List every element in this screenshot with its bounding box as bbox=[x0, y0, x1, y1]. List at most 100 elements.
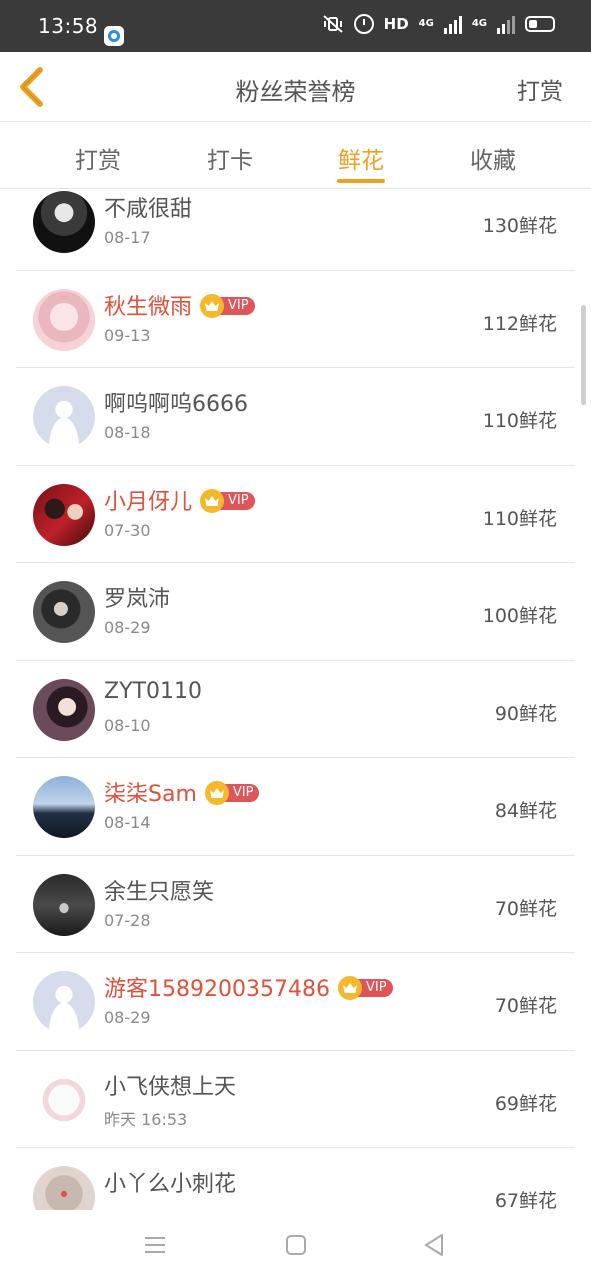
flower-count: 110鲜花 bbox=[482, 507, 557, 530]
user-name: 啊呜啊呜6666 bbox=[104, 386, 248, 418]
user-name-text: 游客1589200357486 bbox=[104, 977, 330, 1002]
crown-icon bbox=[200, 488, 225, 513]
user-name-text: 啊呜啊呜6666 bbox=[104, 392, 248, 417]
status-time: 13:58 bbox=[38, 14, 99, 38]
app-notification-icon bbox=[104, 26, 124, 46]
avatar[interactable] bbox=[33, 191, 95, 253]
date-label: 09-13 bbox=[104, 325, 151, 345]
date-label: 08-29 bbox=[104, 1008, 151, 1027]
avatar[interactable] bbox=[33, 1068, 95, 1131]
avatar[interactable] bbox=[33, 971, 95, 1033]
list-item[interactable]: 游客1589200357486 VIP 08-29 70鲜花 bbox=[16, 953, 575, 1051]
network-type-2: 4G bbox=[471, 18, 487, 29]
date-label: 07-28 bbox=[104, 910, 151, 930]
user-name: 柒柒Sam VIP bbox=[104, 776, 260, 808]
tab-flowers[interactable]: 鲜花 bbox=[321, 141, 401, 175]
user-name: 罗岚沛 bbox=[104, 581, 170, 613]
user-name: ZYT0110 bbox=[104, 679, 202, 704]
status-icons: HD 4G 4G bbox=[322, 14, 555, 34]
vip-badge: VIP bbox=[200, 293, 255, 318]
date-label: 昨天 16:53 bbox=[104, 1109, 188, 1129]
user-name-text: 余生只愿笑 bbox=[104, 879, 215, 905]
vip-badge: VIP bbox=[200, 488, 255, 513]
flower-count: 84鲜花 bbox=[494, 800, 557, 822]
list-item[interactable]: 柒柒Sam VIP 08-14 84鲜花 bbox=[16, 758, 575, 856]
user-name-text: 柒柒Sam bbox=[104, 782, 197, 807]
crown-icon bbox=[200, 293, 225, 318]
user-name-text: 罗岚沛 bbox=[104, 587, 171, 612]
list-item[interactable]: 不咸很甜 08-17 130鲜花 bbox=[16, 189, 575, 271]
list-item[interactable]: 小丫么小刺花 67鲜花 bbox=[16, 1148, 575, 1219]
user-name: 小月伢儿 VIP bbox=[104, 484, 255, 516]
active-tab-indicator bbox=[337, 179, 385, 183]
flower-count: 110鲜花 bbox=[482, 410, 557, 432]
page-title: 粉丝荣誉榜 bbox=[235, 78, 356, 106]
status-bar: 13:58 HD 4G 4G bbox=[0, 0, 591, 52]
flower-count: 69鲜花 bbox=[494, 1092, 557, 1115]
tab-bar: 打赏 打卡 鲜花 收藏 bbox=[0, 123, 591, 189]
user-name-text: ZYT0110 bbox=[104, 678, 202, 704]
crown-icon bbox=[337, 976, 362, 1000]
flower-count: 100鲜花 bbox=[482, 605, 557, 627]
avatar[interactable] bbox=[33, 776, 95, 838]
vibrate-mute-icon bbox=[322, 15, 343, 33]
avatar[interactable] bbox=[33, 483, 95, 546]
list-item[interactable]: ZYT0110 08-10 90鲜花 bbox=[16, 661, 575, 758]
signal-icon-2 bbox=[497, 14, 515, 34]
list-item[interactable]: 啊呜啊呜6666 08-18 110鲜花 bbox=[16, 368, 575, 466]
avatar[interactable] bbox=[33, 288, 95, 351]
signal-icon-1 bbox=[443, 14, 462, 34]
tab-reward[interactable]: 打赏 bbox=[58, 141, 138, 175]
system-nav-bar bbox=[0, 1210, 591, 1280]
hd-indicator: HD bbox=[383, 15, 409, 33]
flower-count: 90鲜花 bbox=[494, 702, 557, 725]
reward-button[interactable]: 打赏 bbox=[517, 72, 563, 106]
scrollbar[interactable] bbox=[581, 305, 586, 405]
flower-count: 70鲜花 bbox=[494, 995, 557, 1017]
date-label: 08-18 bbox=[104, 423, 151, 442]
list-item[interactable]: 罗岚沛 08-29 100鲜花 bbox=[16, 563, 575, 661]
tab-favorites[interactable]: 收藏 bbox=[453, 141, 533, 175]
top-bar: 粉丝荣誉榜 打赏 bbox=[0, 52, 591, 122]
user-name-text: 小飞侠想上天 bbox=[104, 1074, 237, 1100]
alarm-icon bbox=[353, 14, 374, 34]
list-item[interactable]: 秋生微雨 VIP 09-13 112鲜花 bbox=[16, 271, 575, 368]
list-item[interactable]: 小飞侠想上天昨天 16:53 69鲜花 bbox=[16, 1051, 575, 1148]
list-item[interactable]: 小月伢儿 VIP 07-30 110鲜花 bbox=[16, 466, 575, 563]
date-label: 08-17 bbox=[104, 228, 151, 247]
avatar[interactable] bbox=[33, 678, 95, 741]
user-name: 小丫么小刺花 bbox=[104, 1166, 236, 1198]
list-item[interactable]: 余生只愿笑 07-28 70鲜花 bbox=[16, 856, 575, 953]
user-name: 秋生微雨 VIP bbox=[104, 289, 255, 321]
flower-count: 130鲜花 bbox=[482, 215, 557, 237]
avatar[interactable] bbox=[33, 873, 95, 936]
date-label: 08-29 bbox=[104, 618, 151, 637]
network-type-1: 4G bbox=[418, 18, 434, 29]
user-name: 余生只愿笑 bbox=[104, 874, 214, 906]
avatar[interactable] bbox=[33, 386, 95, 448]
fan-ranking-list: 不咸很甜 08-17 130鲜花秋生微雨 VIP 09-13 112鲜花啊呜啊呜6666 0… bbox=[16, 189, 575, 1219]
avatar[interactable] bbox=[33, 581, 95, 643]
crown-icon bbox=[204, 781, 229, 805]
user-name: 游客1589200357486 VIP bbox=[104, 971, 393, 1003]
screen: 13:58 HD 4G 4G 粉丝荣誉榜 打赏 打赏 打卡 鲜花 收藏 不咸很甜… bbox=[0, 0, 591, 1280]
user-name-text: 秋生微雨 bbox=[104, 294, 193, 320]
user-name: 不咸很甜 bbox=[104, 191, 192, 223]
user-name-text: 小丫么小刺花 bbox=[104, 1172, 237, 1197]
flower-count: 112鲜花 bbox=[482, 312, 557, 335]
date-label: 08-10 bbox=[104, 715, 151, 735]
tab-checkin[interactable]: 打卡 bbox=[190, 141, 270, 175]
home-icon[interactable] bbox=[281, 1230, 311, 1260]
flower-count: 67鲜花 bbox=[494, 1190, 557, 1212]
user-name: 小飞侠想上天 bbox=[104, 1069, 236, 1101]
flower-count: 70鲜花 bbox=[494, 897, 557, 920]
vip-badge: VIP bbox=[337, 976, 393, 1000]
vip-badge: VIP bbox=[204, 781, 260, 805]
date-label: 07-30 bbox=[104, 520, 151, 540]
date-label: 08-14 bbox=[104, 813, 151, 832]
user-name-text: 小月伢儿 bbox=[104, 489, 193, 515]
battery-icon bbox=[525, 16, 555, 32]
menu-icon[interactable] bbox=[140, 1230, 170, 1260]
user-name-text: 不咸很甜 bbox=[104, 197, 193, 222]
back-nav-icon[interactable] bbox=[420, 1230, 450, 1260]
